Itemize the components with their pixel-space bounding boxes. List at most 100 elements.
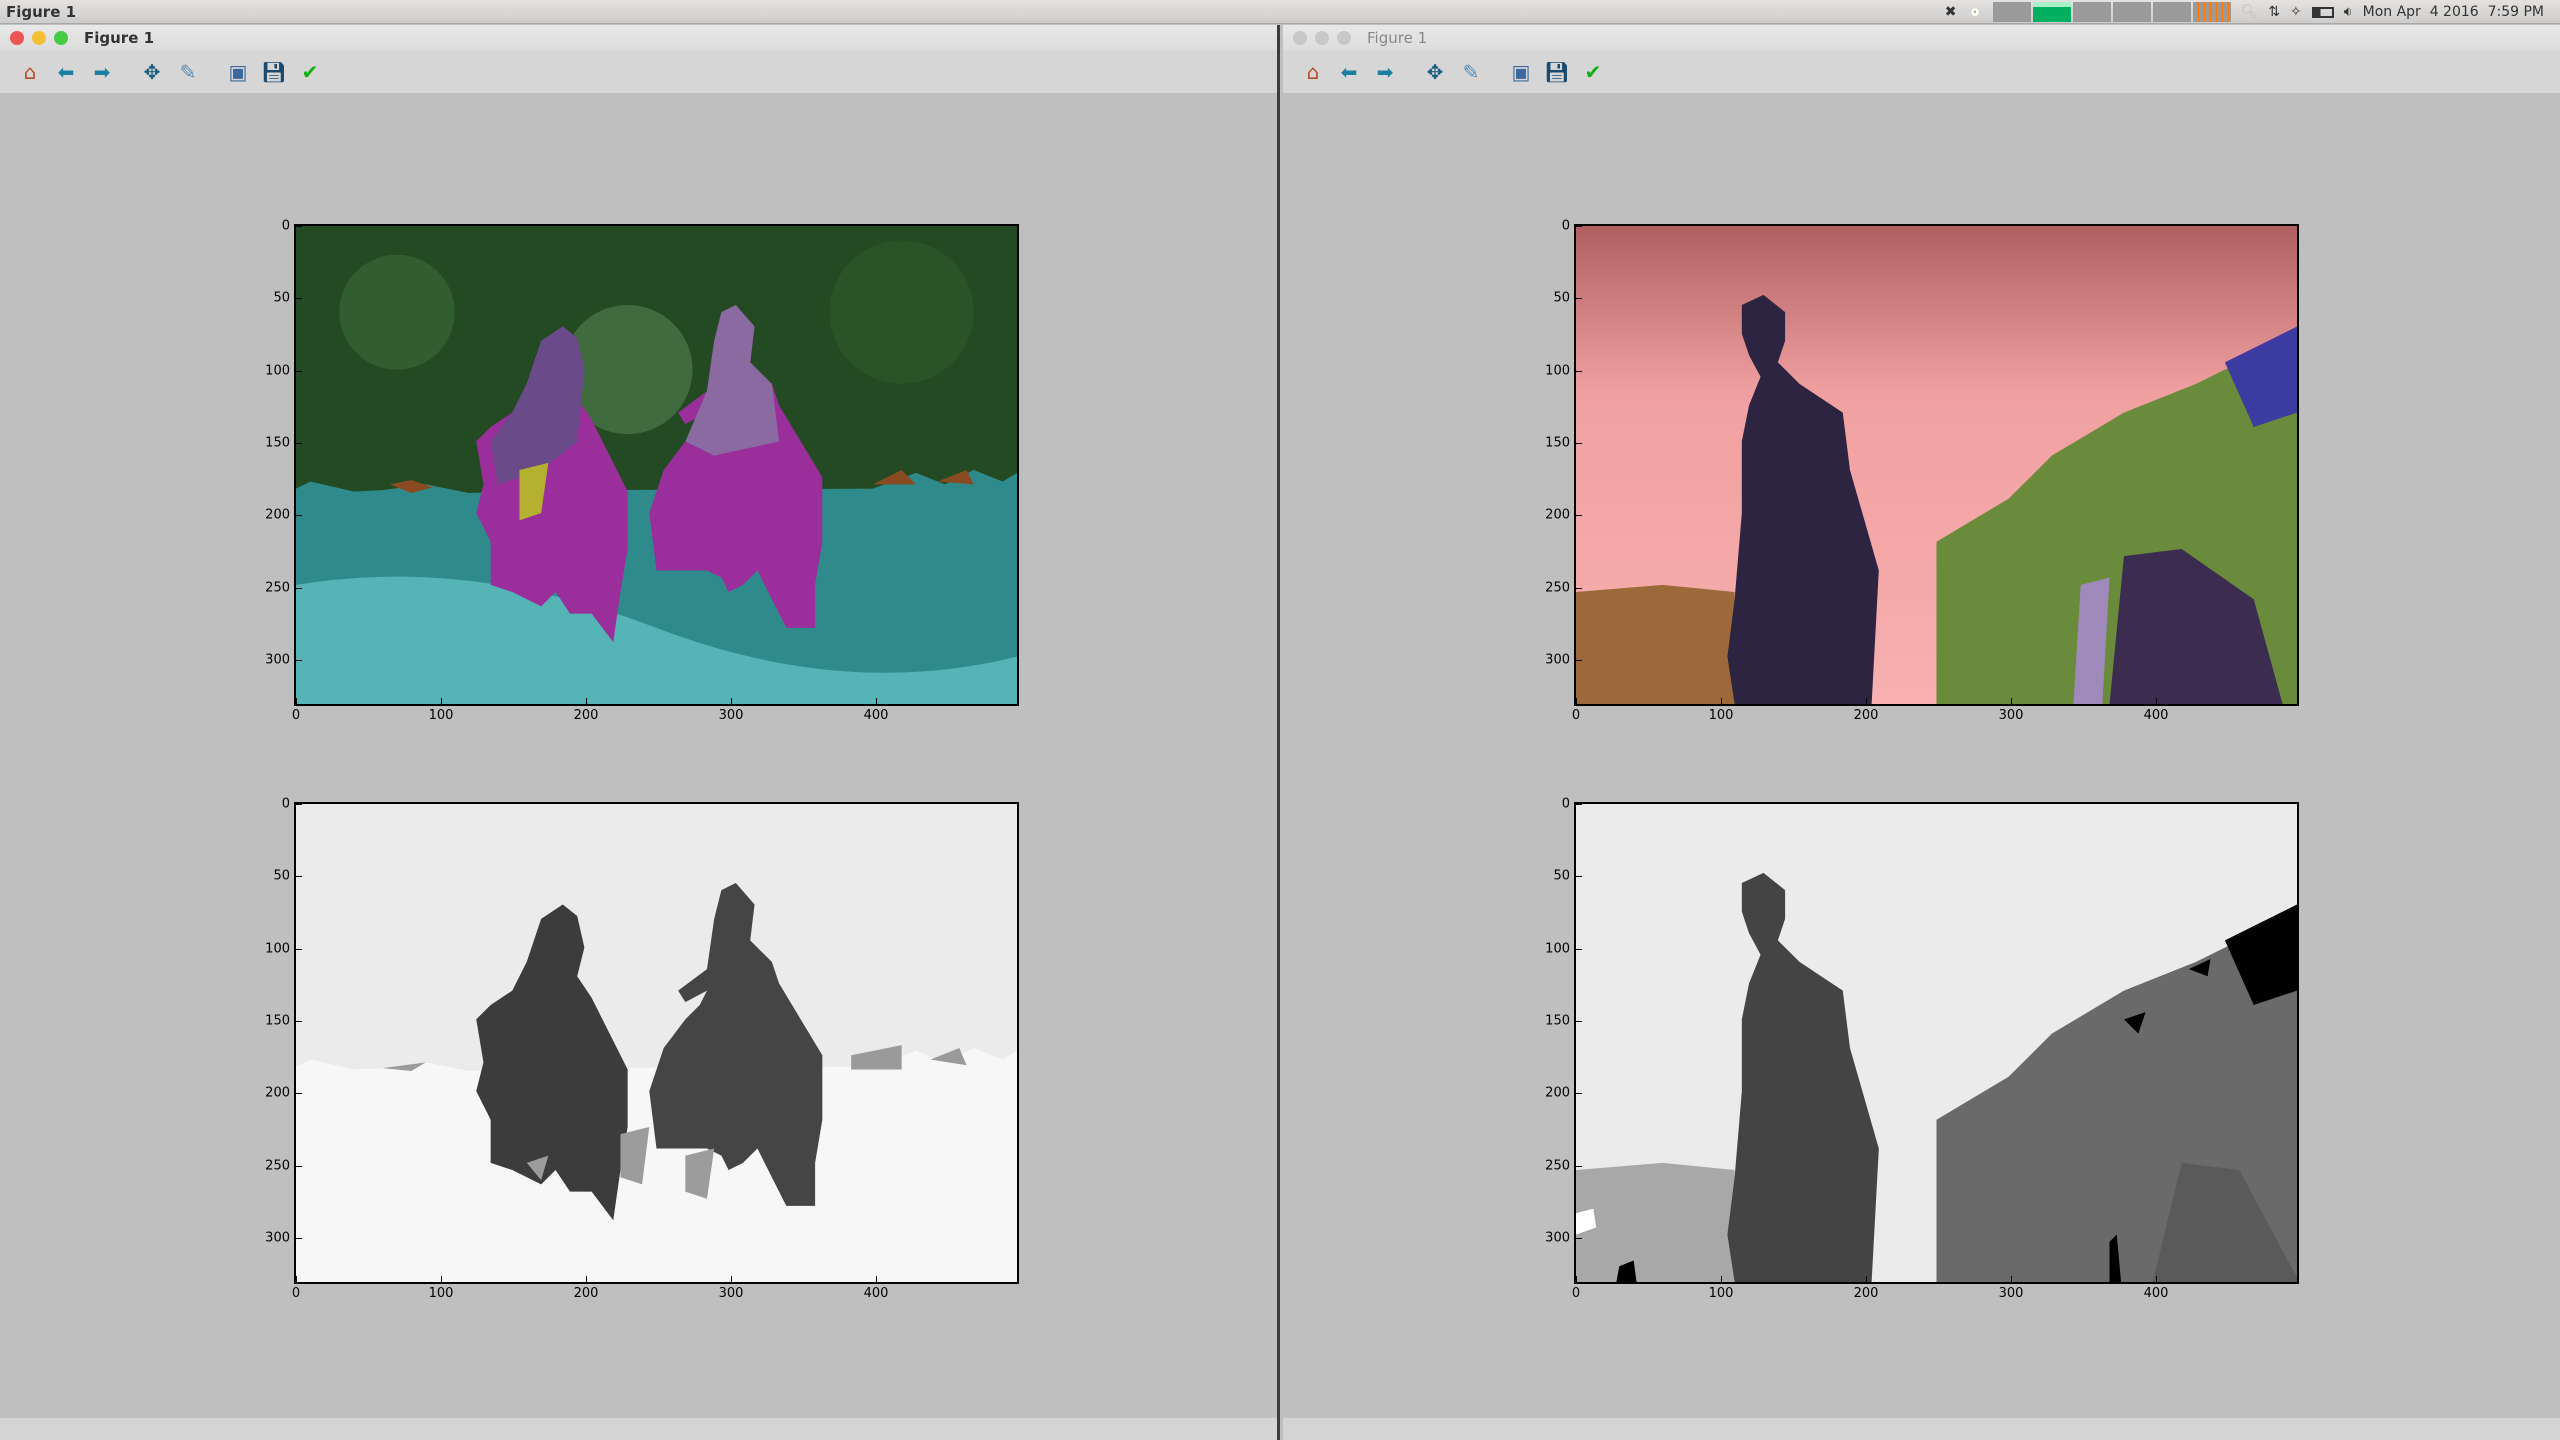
y-tick-label: 0 <box>1561 796 1570 812</box>
back-button[interactable]: ⬅ <box>52 58 80 86</box>
x-tick-label: 0 <box>1571 1286 1581 1301</box>
maximize-button[interactable] <box>1337 31 1351 45</box>
close-button[interactable] <box>10 31 24 45</box>
x-tick-label: 100 <box>428 1286 454 1301</box>
battery-icon[interactable] <box>2311 6 2334 18</box>
window-title: Figure 1 <box>84 29 155 47</box>
y-tick-mark <box>1576 948 1582 950</box>
edit-checkmark-icon: ✔ <box>301 60 319 84</box>
y-tick-mark <box>296 443 302 445</box>
bluetooth-icon[interactable]: ✧ <box>2290 4 2302 20</box>
edit-button[interactable]: ✔ <box>1579 58 1607 86</box>
maximize-button[interactable] <box>54 31 68 45</box>
back-arrow-icon: ⬅ <box>1340 60 1358 84</box>
axes-segment-labels: 0 50 100 150 200 250 300 0 100 200 300 400 <box>1545 797 2299 1301</box>
pan-button[interactable]: ✥ <box>1421 58 1449 86</box>
x-tick-mark <box>296 1276 297 1282</box>
x-tick-mark <box>2156 698 2157 704</box>
y-tick-mark <box>296 1165 302 1167</box>
y-tick-mark <box>1576 876 1582 878</box>
y-tick-label: 50 <box>273 290 290 306</box>
forward-arrow-icon: ➡ <box>93 60 111 84</box>
chrome-icon[interactable] <box>1967 4 1983 20</box>
x-tick-label: 200 <box>1853 708 1879 723</box>
x-tick-mark <box>586 698 587 704</box>
search-icon[interactable]: 🔍︎ <box>2241 4 2259 20</box>
save-floppy-icon: 💾︎ <box>261 60 287 84</box>
x-tick-mark <box>1721 698 1722 704</box>
y-tick-label: 100 <box>265 363 290 379</box>
x-tick-label: 200 <box>573 708 599 723</box>
y-tick-label: 0 <box>281 218 290 234</box>
zoom-button[interactable]: ✎ <box>174 58 202 86</box>
y-tick-mark <box>296 370 302 372</box>
x-tick-label: 0 <box>1571 708 1581 723</box>
clock[interactable]: Mon Apr 4 2016 7:59 PM <box>2363 4 2544 20</box>
y-tick-mark <box>296 587 302 589</box>
x-tick-label: 100 <box>428 708 454 723</box>
y-tick-mark <box>296 298 302 300</box>
system-monitor-graphs[interactable] <box>1992 2 2231 22</box>
y-tick-label: 250 <box>265 1158 290 1174</box>
y-tick-mark <box>1576 1165 1582 1167</box>
minimize-button[interactable] <box>32 31 46 45</box>
y-tick-label: 50 <box>1553 868 1570 884</box>
navigation-toolbar: ⌂ ⬅ ➡ ✥ ✎ ▣ 💾︎ ✔ <box>0 51 1277 93</box>
x-tick-mark <box>1576 1276 1577 1282</box>
window-title: Figure 1 <box>1367 29 1428 47</box>
x-tick-mark <box>1866 1276 1867 1282</box>
zoom-button[interactable]: ✎ <box>1457 58 1485 86</box>
forward-button[interactable]: ➡ <box>1371 58 1399 86</box>
memory-graph <box>2032 2 2071 22</box>
home-button[interactable]: ⌂ <box>16 58 44 86</box>
y-tick-mark <box>1576 1093 1582 1095</box>
x-tick-mark <box>2011 698 2012 704</box>
y-tick-label: 100 <box>1545 363 1570 379</box>
y-tick-label: 150 <box>1545 435 1570 451</box>
x-tick-mark <box>876 1276 877 1282</box>
forward-button[interactable]: ➡ <box>88 58 116 86</box>
x-tick-label: 0 <box>291 1286 301 1301</box>
navigation-toolbar: ⌂ ⬅ ➡ ✥ ✎ ▣ 💾︎ ✔ <box>1283 51 2560 93</box>
x-tick-label: 0 <box>291 708 301 723</box>
y-tick-mark <box>296 1238 302 1240</box>
edit-button[interactable]: ✔ <box>296 58 324 86</box>
zoom-rect-icon: ✎ <box>1462 60 1480 84</box>
y-tick-mark <box>1576 226 1582 227</box>
forward-arrow-icon: ➡ <box>1376 60 1394 84</box>
y-tick-label: 300 <box>265 652 290 668</box>
y-tick-mark <box>1576 298 1582 300</box>
x-tick-mark <box>586 1276 587 1282</box>
y-tick-mark <box>1576 515 1582 517</box>
home-button[interactable]: ⌂ <box>1299 58 1327 86</box>
configure-subplots-button[interactable]: ▣ <box>224 58 252 86</box>
x-tick-label: 300 <box>718 1286 744 1301</box>
cpu-graph <box>1992 2 2031 22</box>
home-icon: ⌂ <box>1306 60 1320 84</box>
y-tick-label: 100 <box>265 941 290 957</box>
y-tick-mark <box>296 226 302 227</box>
y-tick-mark <box>1576 1238 1582 1240</box>
status-bar <box>0 1418 1277 1440</box>
y-tick-label: 50 <box>273 868 290 884</box>
figure-window-right: Figure 1 ⌂ ⬅ ➡ ✥ ✎ ▣ 💾︎ ✔ 0 50 100 150 200 250 300 0 10… <box>1283 25 2560 1440</box>
configure-subplots-button[interactable]: ▣ <box>1507 58 1535 86</box>
save-button[interactable]: 💾︎ <box>260 58 288 86</box>
y-tick-label: 150 <box>1545 1013 1570 1029</box>
disk-graph <box>2192 2 2231 22</box>
volume-icon[interactable]: 🔉︎ <box>2344 4 2353 20</box>
dropbox-icon[interactable]: ✖ <box>1945 4 1957 20</box>
x-tick-mark <box>441 1276 442 1282</box>
pan-button[interactable]: ✥ <box>138 58 166 86</box>
x-tick-label: 200 <box>1853 1286 1879 1301</box>
minimize-button[interactable] <box>1315 31 1329 45</box>
x-tick-mark <box>441 698 442 704</box>
network-icon[interactable]: ⇅ <box>2268 4 2280 20</box>
back-button[interactable]: ⬅ <box>1335 58 1363 86</box>
x-tick-label: 400 <box>863 708 889 723</box>
system-tray: ✖ 🔍︎ ⇅ ✧ 🔉︎ Mon Apr 4 2016 7:59 PM <box>1945 0 2554 24</box>
active-app-name: Figure 1 <box>6 2 77 21</box>
x-tick-mark <box>1866 698 1867 704</box>
save-button[interactable]: 💾︎ <box>1543 58 1571 86</box>
close-button[interactable] <box>1293 31 1307 45</box>
